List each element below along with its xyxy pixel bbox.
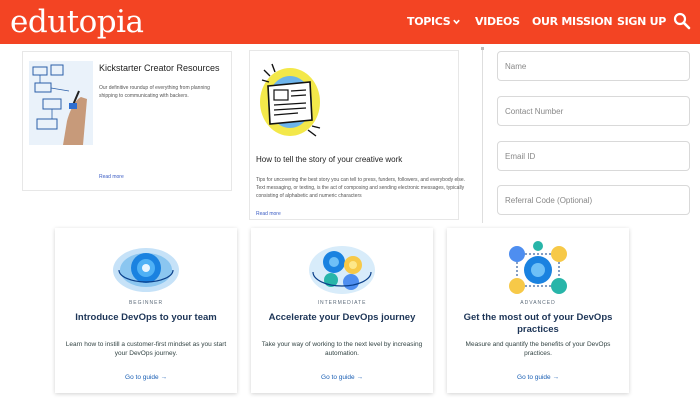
guide-title: Introduce DevOps to your team — [75, 312, 217, 323]
chevron-down-icon — [453, 15, 461, 29]
name-field[interactable] — [497, 51, 690, 81]
site-logo[interactable]: edutopia — [10, 4, 144, 40]
site-header: edutopia TOPICS VIDEOS OUR MISSION SIGN … — [0, 0, 700, 44]
go-to-guide-link[interactable]: Go to guide → — [447, 374, 629, 381]
search-icon[interactable] — [673, 12, 691, 30]
guide-title: Accelerate your DevOps journey — [268, 312, 416, 323]
read-more-link[interactable]: Read more — [256, 211, 281, 217]
guide-level: ADVANCED — [520, 300, 556, 306]
guide-description: Learn how to instill a customer-first mi… — [65, 341, 227, 357]
resource-card: How to tell the story of your creative w… — [249, 50, 465, 220]
referral-code-field[interactable] — [497, 185, 690, 215]
go-to-guide-link[interactable]: Go to guide → — [251, 374, 433, 381]
scrollbar-track[interactable] — [482, 48, 483, 223]
advanced-network-icon — [503, 238, 573, 298]
guide-card-beginner: BEGINNER Introduce DevOps to your team L… — [55, 228, 237, 393]
contact-number-field[interactable] — [497, 96, 690, 126]
email-field[interactable] — [497, 141, 690, 171]
card-description: Tips for uncovering the best story you c… — [256, 177, 466, 199]
whiteboard-image — [29, 61, 93, 145]
card-title[interactable]: Kickstarter Creator Resources — [99, 63, 229, 74]
card-description: Our definitive roundup of everything fro… — [99, 85, 210, 99]
newspaper-illustration — [258, 60, 322, 144]
scrollbar-arrow[interactable] — [481, 47, 484, 50]
card-title[interactable]: How to tell the story of your creative w… — [256, 155, 456, 164]
guide-level: INTERMEDIATE — [317, 300, 367, 306]
go-to-guide-link[interactable]: Go to guide → — [55, 374, 237, 381]
guide-title: Get the most out of your DevOps practice… — [463, 312, 613, 335]
guide-level: BEGINNER — [128, 300, 164, 306]
guide-card-advanced: ADVANCED Get the most out of your DevOps… — [447, 228, 629, 393]
nav-videos[interactable]: VIDEOS — [475, 15, 520, 29]
guide-card-intermediate: INTERMEDIATE Accelerate your DevOps jour… — [251, 228, 433, 393]
intermediate-orbs-icon — [307, 238, 377, 298]
read-more-link[interactable]: Read more — [99, 174, 124, 180]
nav-topics[interactable]: TOPICS — [407, 15, 461, 29]
beginner-orb-icon — [111, 238, 181, 298]
guide-description: Measure and quantify the benefits of you… — [465, 341, 611, 357]
guide-description: Take your way of working to the next lev… — [261, 341, 423, 357]
nav-topics-label: TOPICS — [407, 15, 451, 28]
nav-our-mission[interactable]: OUR MISSION — [532, 15, 613, 29]
nav-sign-up[interactable]: SIGN UP — [617, 15, 666, 29]
resource-card: Kickstarter Creator Resources Our defini… — [22, 51, 232, 191]
